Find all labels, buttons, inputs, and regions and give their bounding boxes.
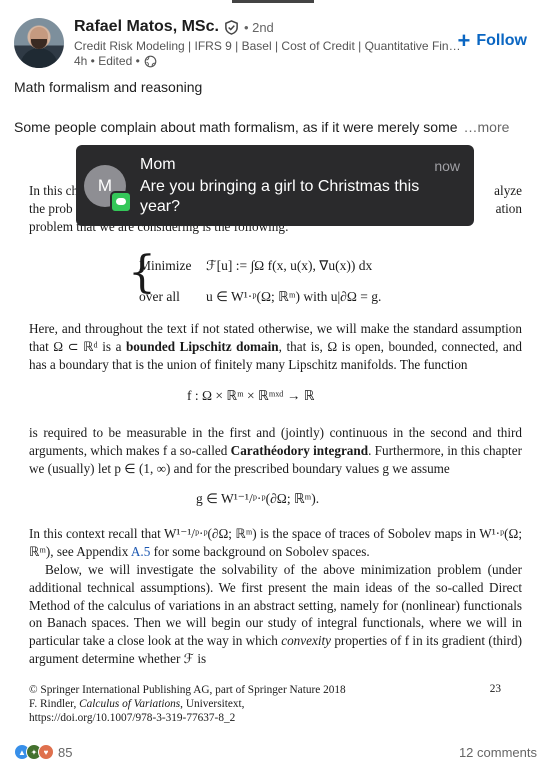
message-notification-banner[interactable]: M Mom now Are you bringing a girl to Chr… [76, 145, 474, 226]
globe-icon [144, 55, 157, 67]
equation-over-all: u ∈ W¹·ᵖ(Ω; ℝᵐ) with u|∂Ω = g. [206, 289, 382, 304]
footnote-book-title: Calculus of Variations [79, 698, 181, 710]
appendix-link[interactable]: A.5 [131, 544, 150, 559]
author-headline: Credit Risk Modeling | IFRS 9 | Basel | … [74, 39, 464, 53]
equation-minimize-label: Minimize [139, 258, 192, 273]
post-body: Some people complain about math formalis… [14, 119, 534, 135]
paragraph-below: Below, we will investigate the solvabili… [29, 561, 522, 668]
scroll-indicator-segment [232, 0, 314, 3]
paragraph-traces-post: for some background on Sobolev spaces. [150, 543, 370, 559]
paragraph-assumption: Here, and throughout the text if not sta… [29, 320, 522, 373]
footnote-author: F. Rindler, [29, 698, 80, 710]
page-number: 23 [489, 683, 501, 695]
top-scroll-indicator [0, 0, 551, 4]
author-name[interactable]: Rafael Matos, MSc. [74, 18, 219, 36]
post-meta: 4h • Edited • [74, 54, 157, 68]
author-avatar[interactable] [14, 18, 64, 68]
page-line-2-end: ation [495, 201, 522, 216]
paragraph-below-italic: convexity [281, 633, 332, 649]
page-footnote: © Springer International Publishing AG, … [29, 683, 509, 725]
page-line-1-start: In this ch [29, 183, 79, 198]
see-more-link[interactable]: …more [464, 119, 510, 135]
reaction-icons: ▲ ✦ ♥ [14, 744, 54, 760]
post-social-bar: ▲ ✦ ♥ 85 12 comments [14, 740, 537, 764]
equation-boundary: g ∈ W¹⁻¹/ᵖ·ᵖ(∂Ω; ℝᵐ). [196, 491, 320, 506]
paragraph-caratheodory: is required to be measurable in the firs… [29, 424, 522, 477]
messages-app-icon [110, 191, 132, 213]
post-meta-text: 4h • Edited • [74, 54, 140, 68]
reactions-summary[interactable]: ▲ ✦ ♥ 85 [14, 744, 72, 760]
footnote-series: , Universitext, [180, 698, 245, 710]
equation-minimize: ℱ[u] := ∫Ω f(x, u(x), ∇u(x)) dx [206, 258, 373, 273]
love-reaction-icon: ♥ [38, 744, 54, 760]
footnote-doi: https://doi.org/10.1007/978-3-319-77637-… [29, 712, 236, 724]
page-line-1-end: alyze [494, 183, 522, 198]
verified-shield-icon [225, 19, 238, 35]
post-body-text: Some people complain about math formalis… [14, 119, 458, 135]
page-line-2-start: the prob [29, 201, 73, 216]
connection-degree: • 2nd [243, 19, 274, 35]
notification-time: now [434, 158, 460, 174]
post-title: Math formalism and reasoning [14, 79, 203, 95]
author-name-row: Rafael Matos, MSc. • 2nd [74, 18, 274, 36]
equation-over-label: over all [139, 289, 180, 304]
footnote-citation: F. Rindler, Calculus of Variations, Univ… [29, 697, 509, 711]
post-header: Rafael Matos, MSc. • 2nd Credit Risk Mod… [14, 14, 541, 72]
equation-integrand: f : Ω × ℝᵐ × ℝᵐˣᵈ → ℝ [187, 388, 315, 403]
notification-message: Are you bringing a girl to Christmas thi… [140, 178, 420, 215]
paragraph-caratheodory-bold: Carathéodory integrand [230, 442, 369, 458]
paragraph-traces: In this context recall that W¹⁻¹/ᵖ·ᵖ(∂Ω;… [29, 525, 522, 561]
reaction-count: 85 [58, 744, 73, 760]
post-image-book-page[interactable]: In this ch alyze the prob ation problem th… [0, 145, 551, 735]
comments-count-link[interactable]: 12 comments [459, 745, 537, 760]
paragraph-assumption-bold: bounded Lipschitz domain [125, 338, 279, 354]
follow-button[interactable]: + Follow [457, 28, 527, 53]
notification-sender: Mom [140, 156, 176, 173]
footnote-copyright: © Springer International Publishing AG, … [29, 684, 346, 696]
plus-icon: + [457, 28, 471, 53]
follow-label: Follow [476, 32, 527, 49]
